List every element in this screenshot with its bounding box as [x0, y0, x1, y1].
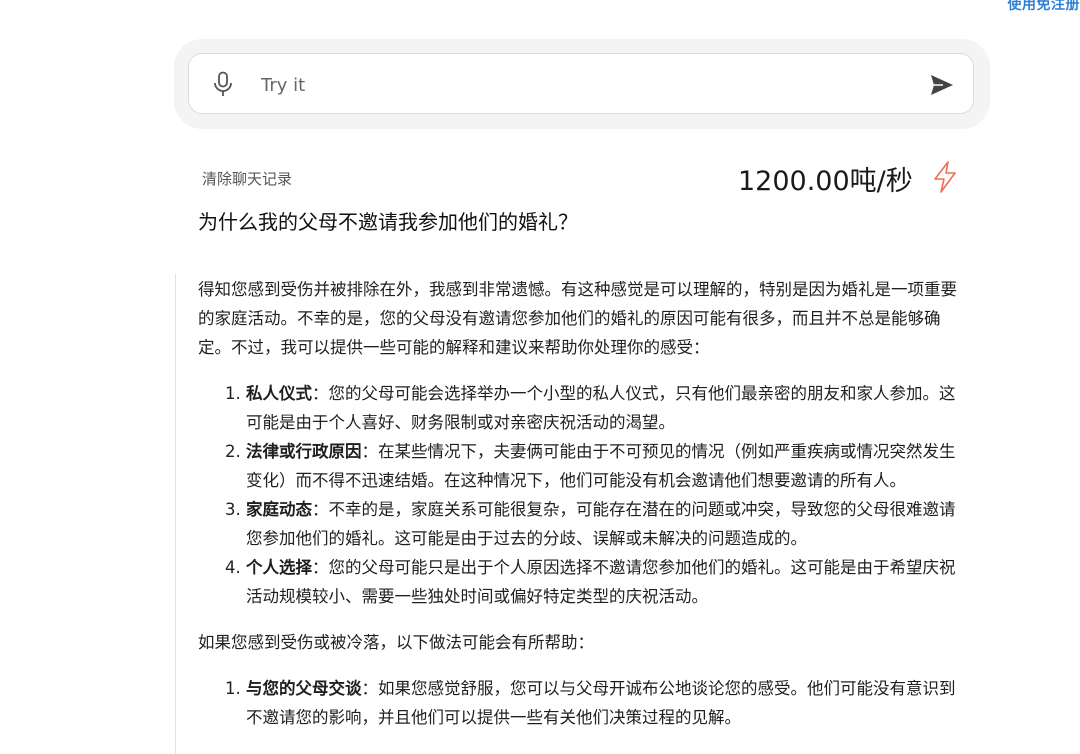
microphone-icon[interactable] [211, 71, 235, 97]
list-item-text: ：您的父母可能会选择举办一个小型的私人仪式，只有他们最亲密的朋友和家人参加。这可… [246, 384, 956, 432]
help-intro: 如果您感到受伤或被冷落，以下做法可能会有所帮助： [198, 633, 594, 652]
assistant-answer: 得知您感到受伤并被排除在外，我感到非常遗憾。有这种感觉是可以理解的，特别是因为婚… [198, 275, 960, 749]
list-item-text: ：不幸的是，家庭关系可能很复杂，可能存在潜在的问题或冲突，导致您的父母很难邀请您… [246, 500, 956, 548]
prompt-box [188, 53, 974, 114]
list-item-title: 个人选择 [246, 558, 312, 577]
list-item: 法律或行政原因：在某些情况下，夫妻俩可能由于不可预见的情况（例如严重疾病或情况突… [246, 437, 960, 495]
speed-readout: 1200.00吨/秒 [738, 166, 913, 197]
send-arrow-icon[interactable] [929, 73, 955, 97]
lightning-bolt-icon [931, 161, 959, 193]
list-item: 家庭动态：不幸的是，家庭关系可能很复杂，可能存在潜在的问题或冲突，导致您的父母很… [246, 495, 960, 553]
prompt-input[interactable] [259, 68, 903, 102]
tips-list: 与您的父母交谈：如果您感觉舒服，您可以与父母开诚布公地谈论您的感受。他们可能没有… [198, 674, 960, 732]
answer-divider [175, 274, 176, 754]
answer-intro: 得知您感到受伤并被排除在外，我感到非常遗憾。有这种感觉是可以理解的，特别是因为婚… [198, 280, 957, 357]
list-item: 个人选择：您的父母可能只是出于个人原因选择不邀请您参加他们的婚礼。这可能是由于希… [246, 553, 960, 611]
list-item-title: 家庭动态 [246, 500, 312, 519]
reasons-list: 私人仪式：您的父母可能会选择举办一个小型的私人仪式，只有他们最亲密的朋友和家人参… [198, 379, 960, 611]
prompt-container [174, 39, 990, 129]
list-item-title: 私人仪式 [246, 384, 312, 403]
list-item: 私人仪式：您的父母可能会选择举办一个小型的私人仪式，只有他们最亲密的朋友和家人参… [246, 379, 960, 437]
corner-link[interactable]: 使用免注册 [1008, 0, 1080, 14]
user-question: 为什么我的父母不邀请我参加他们的婚礼？ [198, 210, 578, 234]
list-item-text: ：您的父母可能只是出于个人原因选择不邀请您参加他们的婚礼。这可能是由于希望庆祝活… [246, 558, 956, 606]
list-item: 与您的父母交谈：如果您感觉舒服，您可以与父母开诚布公地谈论您的感受。他们可能没有… [246, 674, 960, 732]
list-item-title: 法律或行政原因 [246, 442, 362, 461]
clear-history-button[interactable]: 清除聊天记录 [202, 168, 292, 189]
list-item-title: 与您的父母交谈 [246, 679, 362, 698]
